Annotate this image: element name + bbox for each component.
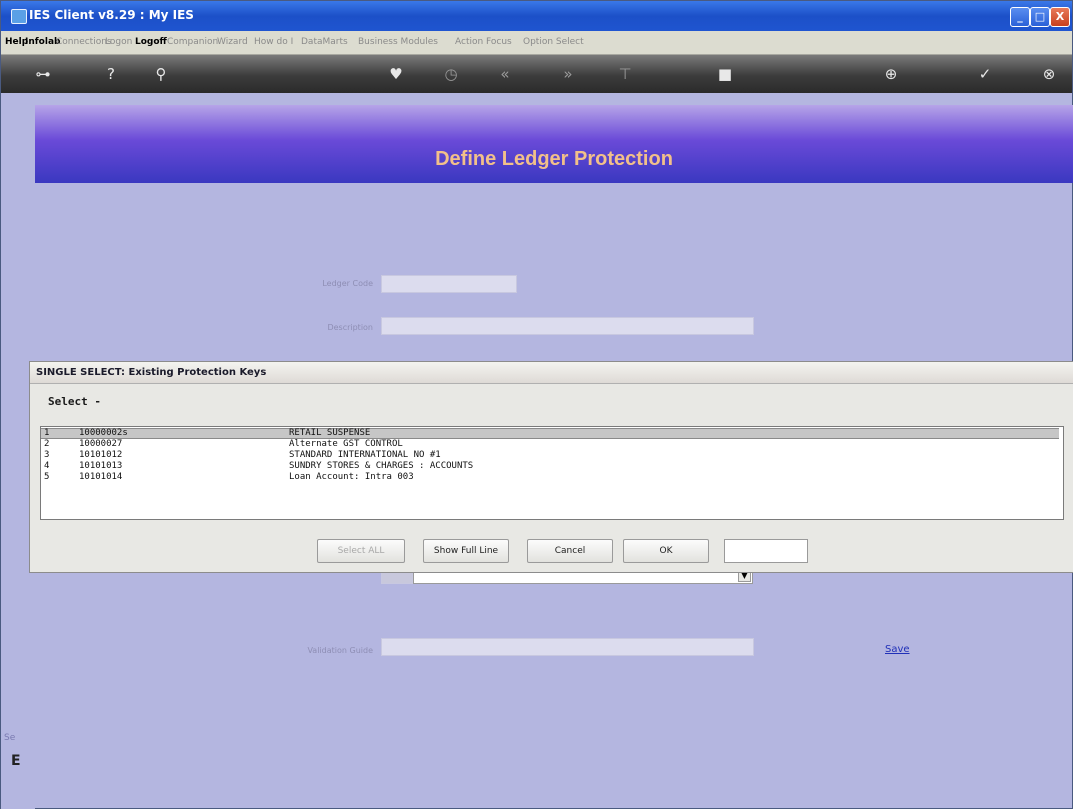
rewind-icon[interactable]: « <box>493 65 517 83</box>
menu-wizard[interactable]: Wizard <box>217 37 248 47</box>
row-description: Loan Account: Intra 003 <box>289 472 414 482</box>
save-link[interactable]: Save <box>885 644 910 655</box>
plus-circle-icon[interactable]: ⊕ <box>879 65 903 83</box>
side-letter: E <box>11 753 21 769</box>
description-label: Description <box>327 323 373 332</box>
side-label: Se <box>4 733 16 743</box>
row-number: 2 <box>44 439 50 449</box>
key-icon[interactable]: ⊶ <box>31 65 55 83</box>
menu-action-focus[interactable]: Action Focus <box>455 37 512 47</box>
title-bar: IES Client v8.29 : My IES _ □ X <box>1 1 1072 31</box>
check-circle-icon[interactable]: ✓ <box>973 65 997 83</box>
row-code: 10101012 <box>79 450 123 460</box>
show-full-line-button[interactable]: Show Full Line <box>423 539 509 563</box>
row-number: 4 <box>44 461 50 471</box>
fast-forward-icon[interactable]: » <box>556 65 580 83</box>
toolbar: ⊶ ? ⚲ ♥ ◷ « » ⊤ ■ ⊕ ✓ ⊗ <box>1 55 1072 93</box>
row-code: 10000002s <box>79 428 128 438</box>
page-title: Define Ledger Protection <box>435 148 673 170</box>
list-item[interactable]: 3 10101012 STANDARD INTERNATIONAL NO #1 <box>41 450 1059 461</box>
clock-icon[interactable]: ◷ <box>439 65 463 83</box>
row-description: RETAIL SUSPENSE <box>289 428 371 438</box>
filter-icon[interactable]: ⊤ <box>613 65 637 83</box>
row-code: 10101014 <box>79 472 123 482</box>
list-item[interactable]: 2 10000027 Alternate GST CONTROL <box>41 439 1059 450</box>
menu-business-modules[interactable]: Business Modules <box>358 37 438 47</box>
menu-option-select[interactable]: Option Select <box>523 37 584 47</box>
menu-datamarts[interactable]: DataMarts <box>301 37 348 47</box>
list-item[interactable]: 1 10000002s RETAIL SUSPENSE <box>41 428 1059 439</box>
page-banner: Define Ledger Protection <box>35 105 1073 183</box>
window-title: IES Client v8.29 : My IES <box>29 8 194 22</box>
protection-keys-list[interactable]: 1 10000002s RETAIL SUSPENSE 2 10000027 A… <box>40 426 1064 520</box>
help-icon[interactable]: ? <box>99 65 123 83</box>
left-side-panel: Se E <box>1 721 35 809</box>
heart-icon[interactable]: ♥ <box>384 65 408 83</box>
close-circle-icon[interactable]: ⊗ <box>1037 65 1061 83</box>
validation-guide-label: Validation Guide <box>307 646 373 655</box>
select-header: Select - <box>48 395 101 408</box>
row-code: 10101013 <box>79 461 123 471</box>
menu-connections[interactable]: Connections <box>56 37 112 47</box>
row-description: SUNDRY STORES & CHARGES : ACCOUNTS <box>289 461 474 471</box>
app-window: IES Client v8.29 : My IES _ □ X Help Inf… <box>0 0 1073 809</box>
dialog-title: SINGLE SELECT: Existing Protection Keys <box>30 362 1073 384</box>
row-number: 5 <box>44 472 50 482</box>
menu-logon[interactable]: Logon <box>105 37 132 47</box>
menu-how-do-i[interactable]: How do I <box>254 37 293 47</box>
cancel-button[interactable]: Cancel <box>527 539 613 563</box>
ledger-code-label: Ledger Code <box>322 279 373 288</box>
dialog-input-field[interactable] <box>724 539 808 563</box>
list-item[interactable]: 4 10101013 SUNDRY STORES & CHARGES : ACC… <box>41 461 1059 472</box>
ledger-code-field[interactable] <box>381 275 517 293</box>
list-item[interactable]: 5 10101014 Loan Account: Intra 003 <box>41 472 1059 483</box>
close-button[interactable]: X <box>1050 7 1070 27</box>
app-icon <box>11 9 27 24</box>
stop-icon[interactable]: ■ <box>713 65 737 83</box>
menu-bar: Help Infolab Connections Logon Logoff Co… <box>1 31 1072 55</box>
validation-guide-field[interactable] <box>381 638 754 656</box>
description-field[interactable] <box>381 317 754 335</box>
row-number: 1 <box>44 428 50 438</box>
search-icon[interactable]: ⚲ <box>149 65 173 83</box>
single-select-dialog: SINGLE SELECT: Existing Protection Keys … <box>29 361 1073 573</box>
maximize-button[interactable]: □ <box>1030 7 1050 27</box>
row-description: Alternate GST CONTROL <box>289 439 403 449</box>
row-description: STANDARD INTERNATIONAL NO #1 <box>289 450 441 460</box>
row-code: 10000027 <box>79 439 123 449</box>
ok-button[interactable]: OK <box>623 539 709 563</box>
menu-logoff[interactable]: Logoff <box>135 37 167 47</box>
menu-companion[interactable]: Companion <box>167 37 218 47</box>
minimize-button[interactable]: _ <box>1010 7 1030 27</box>
select-all-button[interactable]: Select ALL <box>317 539 405 563</box>
row-number: 3 <box>44 450 50 460</box>
